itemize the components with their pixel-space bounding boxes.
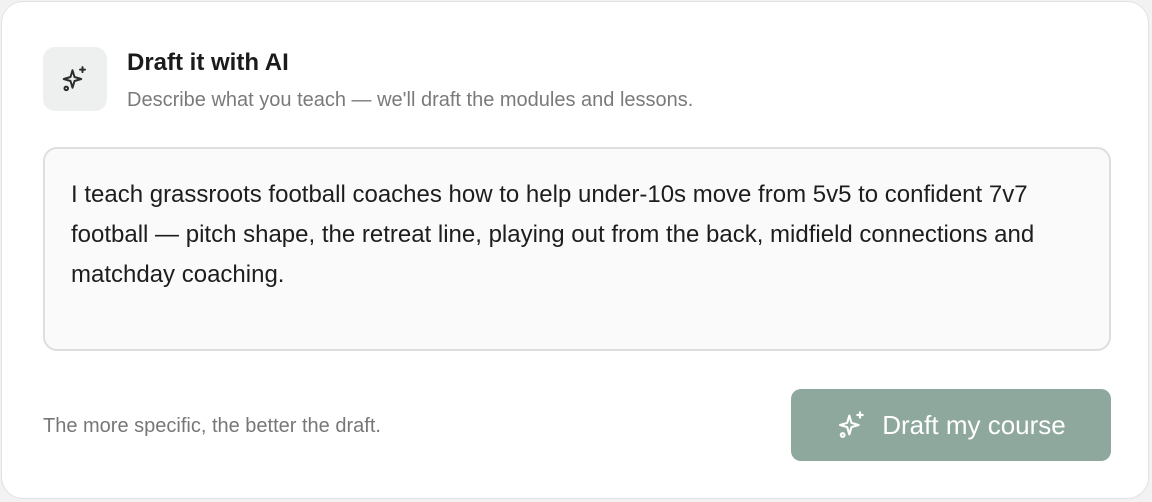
sparkles-icon [62, 66, 86, 92]
ai-icon-tile [43, 47, 107, 111]
hint-text: The more specific, the better the draft. [43, 415, 381, 437]
draft-button-label: Draft my course [882, 409, 1066, 440]
draft-my-course-button[interactable]: Draft my course [791, 389, 1111, 461]
ai-draft-card: Draft it with AI Describe what you teach… [1, 1, 1149, 499]
card-subtitle: Describe what you teach — we'll draft th… [127, 89, 694, 111]
card-title: Draft it with AI [127, 49, 289, 76]
sparkles-icon [836, 409, 868, 441]
course-description-input[interactable]: I teach grassroots football coaches how … [43, 147, 1111, 351]
